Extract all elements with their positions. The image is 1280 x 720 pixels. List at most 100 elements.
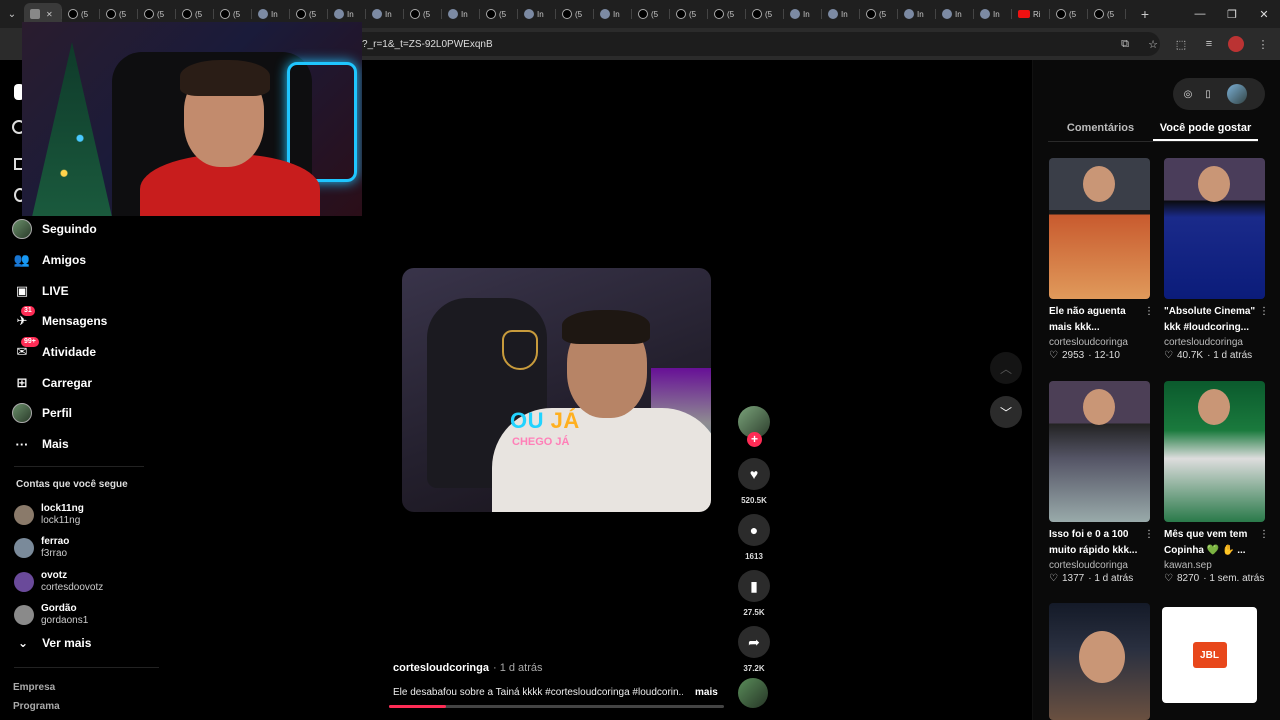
video-description: Ele desabafou sobre a Tainá kkkk #cortes…: [393, 687, 683, 698]
close-tab-icon[interactable]: ✕: [46, 10, 53, 19]
footer-link-programa[interactable]: Programa: [13, 701, 60, 712]
browser-tab[interactable]: (5: [670, 3, 708, 25]
browser-tab[interactable]: (5: [860, 3, 898, 25]
browser-tab[interactable]: (5: [1088, 3, 1126, 25]
card-menu-icon[interactable]: ⋮: [1259, 529, 1269, 540]
video-author-link[interactable]: cortesloudcoringa: [393, 662, 489, 674]
following-account[interactable]: ferrao f3rrao: [14, 532, 154, 566]
following-account[interactable]: Gordão gordaons1: [14, 599, 154, 633]
tab-comments[interactable]: Comentários: [1048, 118, 1153, 141]
video-thumbnail[interactable]: [1049, 158, 1150, 299]
like-button[interactable]: ♥: [738, 458, 770, 490]
share-button[interactable]: ➦: [738, 626, 770, 658]
coin-icon[interactable]: ◎: [1181, 87, 1195, 101]
tab-search-chevron-icon[interactable]: ⌄: [0, 0, 24, 28]
tiktok-icon: [182, 9, 192, 19]
action-bar: + ♥ 520.5K ● 1613 ▮ 27.5K ➦ 37.2K: [736, 406, 772, 682]
browser-tab[interactable]: In: [936, 3, 974, 25]
nav-item-perfil[interactable]: Perfil: [12, 398, 172, 429]
recommendation-card[interactable]: Mês que vem tem Copinha 💚 ✋ ... ⋮ kawan.se…: [1164, 381, 1269, 584]
video-thumbnail[interactable]: [1049, 381, 1150, 522]
browser-tab[interactable]: (5: [1050, 3, 1088, 25]
card-author[interactable]: cortesloudcoringa: [1049, 560, 1150, 571]
video-thumbnail[interactable]: [1049, 603, 1150, 720]
see-more-button[interactable]: ⌄ Ver mais: [18, 636, 91, 650]
following-account[interactable]: ovotz cortesdoovotz: [14, 565, 154, 599]
nav-item-live[interactable]: ▣ LIVE: [12, 275, 172, 306]
previous-video-button[interactable]: ︿: [990, 352, 1022, 384]
recommendation-card[interactable]: [1049, 603, 1150, 720]
following-account[interactable]: lock11ng lock11ng: [14, 498, 154, 532]
reading-list-icon[interactable]: ≡: [1200, 35, 1218, 53]
browser-tab[interactable]: (5: [746, 3, 784, 25]
save-button[interactable]: ▮: [738, 570, 770, 602]
card-title[interactable]: Ele não aguenta mais kkk...: [1049, 304, 1141, 336]
card-menu-icon[interactable]: ⋮: [1144, 529, 1154, 540]
phone-icon[interactable]: ▯: [1201, 87, 1215, 101]
restore-icon[interactable]: ❐: [1216, 0, 1248, 28]
nav-item-atividade[interactable]: ✉ 99+ Atividade: [12, 337, 172, 368]
video-thumbnail[interactable]: [1164, 158, 1265, 299]
recommendation-card[interactable]: "Absolute Cinema" kkk #loudcoring... ⋮ cor…: [1164, 158, 1269, 361]
video-progress-bar[interactable]: [389, 705, 724, 708]
browser-tab[interactable]: In: [822, 3, 860, 25]
browser-tab[interactable]: In: [442, 3, 480, 25]
footer-link-empresa[interactable]: Empresa: [13, 682, 55, 693]
card-title[interactable]: "Absolute Cinema" kkk #loudcoring...: [1164, 304, 1256, 336]
edge-icon: [980, 9, 990, 19]
browser-tab[interactable]: (5: [708, 3, 746, 25]
browser-tab[interactable]: In: [784, 3, 822, 25]
browser-tab[interactable]: In: [518, 3, 556, 25]
extensions-icon[interactable]: ⬚: [1172, 35, 1190, 53]
video-player[interactable]: OU JÁ CHEGO JÁ: [402, 268, 711, 512]
nav-item-label: Atividade: [42, 345, 97, 360]
browser-tab[interactable]: In: [974, 3, 1012, 25]
next-video-button[interactable]: ﹀: [990, 396, 1022, 428]
cast-icon[interactable]: ⧉: [1116, 35, 1134, 53]
browser-tab[interactable]: (5: [556, 3, 594, 25]
nav-item-seguindo[interactable]: Seguindo: [12, 214, 172, 245]
follow-plus-icon[interactable]: +: [747, 432, 762, 447]
nav-item-mensagens[interactable]: ✈ 31 Mensagens: [12, 306, 172, 337]
browser-tab[interactable]: In: [594, 3, 632, 25]
recommendation-card[interactable]: Ele não aguenta mais kkk... ⋮ cortesloudco…: [1049, 158, 1154, 361]
browser-tab[interactable]: In: [898, 3, 936, 25]
nav-item-mais[interactable]: ··· Mais: [12, 429, 172, 460]
browser-tab[interactable]: (5: [404, 3, 442, 25]
next-creator-avatar[interactable]: [738, 678, 768, 708]
card-title[interactable]: Mês que vem tem Copinha 💚 ✋ ...: [1164, 527, 1256, 559]
browser-tab[interactable]: In: [366, 3, 404, 25]
new-tab-button[interactable]: +: [1134, 6, 1156, 22]
tab-label: In: [537, 9, 544, 19]
description-more-button[interactable]: mais: [695, 687, 718, 698]
tab-you-may-like[interactable]: Você pode gostar: [1153, 118, 1258, 141]
card-menu-icon[interactable]: ⋮: [1144, 306, 1154, 317]
ad-card[interactable]: JBL: [1162, 607, 1263, 703]
tiktok-icon: [106, 9, 116, 19]
creator-avatar[interactable]: +: [738, 406, 770, 447]
card-author[interactable]: kawan.sep: [1164, 560, 1265, 571]
profile-avatar[interactable]: [1228, 36, 1244, 52]
tiktok-icon: [866, 9, 876, 19]
browser-tab[interactable]: (5: [480, 3, 518, 25]
card-author[interactable]: cortesloudcoringa: [1049, 337, 1150, 348]
avatar: [14, 571, 34, 592]
nav-item-amigos[interactable]: 👥 Amigos: [12, 245, 172, 276]
browser-tab[interactable]: (5: [632, 3, 670, 25]
recommendation-card[interactable]: Isso foi e 0 a 100 muito rápido kkk... ⋮ c…: [1049, 381, 1154, 584]
bookmark-star-icon[interactable]: ☆: [1144, 35, 1162, 53]
card-menu-icon[interactable]: ⋮: [1259, 306, 1269, 317]
upload-icon: ⊞: [16, 374, 28, 390]
browser-menu-icon[interactable]: ⋮: [1254, 35, 1272, 53]
user-avatar[interactable]: [1227, 84, 1247, 104]
comment-button[interactable]: ●: [738, 514, 770, 546]
close-window-icon[interactable]: ✕: [1248, 0, 1280, 28]
ad-thumbnail[interactable]: JBL: [1162, 607, 1257, 703]
video-thumbnail[interactable]: [1164, 381, 1265, 522]
card-title[interactable]: Isso foi e 0 a 100 muito rápido kkk...: [1049, 527, 1141, 559]
nav-item-carregar[interactable]: ⊞ Carregar: [12, 367, 172, 398]
card-author[interactable]: cortesloudcoringa: [1164, 337, 1265, 348]
browser-tab[interactable]: Ri: [1012, 3, 1050, 25]
minimize-icon[interactable]: —: [1184, 0, 1216, 28]
tiktok-icon: [1056, 9, 1066, 19]
